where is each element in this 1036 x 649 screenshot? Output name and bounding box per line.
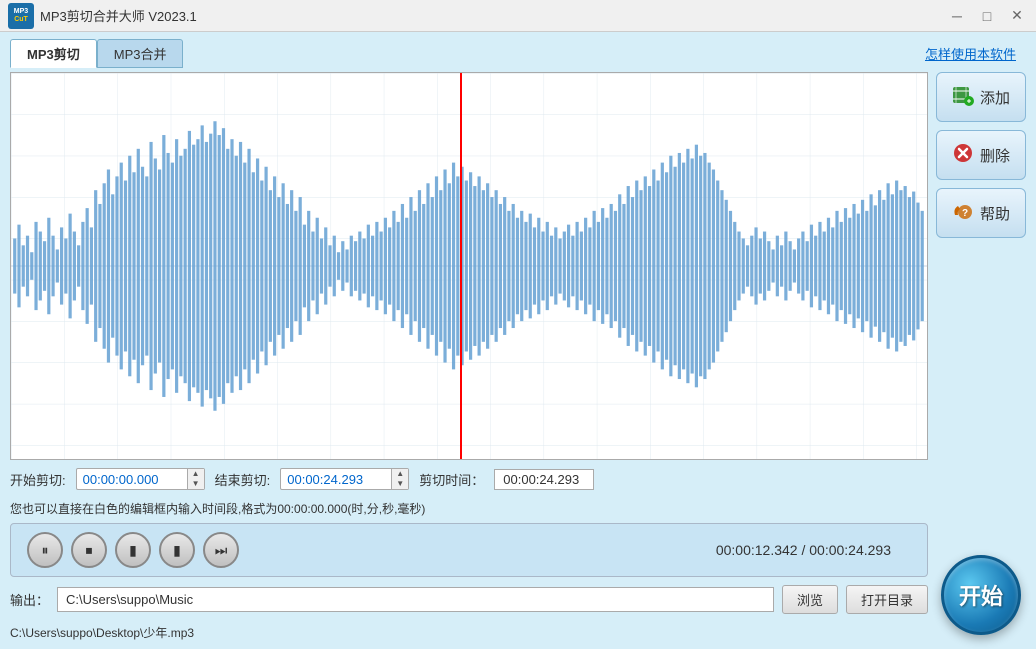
mark-start-button[interactable]: ▮ bbox=[115, 532, 151, 568]
content-area: 开始剪切: ▲ ▼ 结束剪切: ▲ ▼ 剪切时间： bbox=[10, 72, 1026, 643]
delete-label: 删除 bbox=[980, 145, 1010, 166]
waveform-section: 开始剪切: ▲ ▼ 结束剪切: ▲ ▼ 剪切时间： bbox=[10, 72, 928, 643]
cut-time-label: 剪切时间： bbox=[419, 470, 484, 489]
cut-time-value: 00:00:24.293 bbox=[494, 469, 594, 490]
delete-icon-svg bbox=[952, 142, 974, 164]
player-time: 00:00:12.342 / 00:00:24.293 bbox=[247, 542, 911, 558]
waveform-display[interactable] bbox=[10, 72, 928, 460]
mark-end-button[interactable]: ▮ bbox=[159, 532, 195, 568]
end-time-up[interactable]: ▲ bbox=[392, 469, 408, 479]
total-time: 00:00:24.293 bbox=[809, 542, 891, 558]
tab-bar: MP3剪切 MP3合并 bbox=[10, 39, 183, 68]
player-section: ⏸ ⏹ ▮ ▮ ⏭ 00:00:12.342 / 00:00:24.293 bbox=[10, 523, 928, 577]
start-time-input-group: ▲ ▼ bbox=[76, 468, 205, 490]
help-label: 帮助 bbox=[980, 203, 1010, 224]
open-dir-button[interactable]: 打开目录 bbox=[846, 585, 928, 614]
delete-button[interactable]: 删除 bbox=[936, 130, 1026, 180]
start-button-container: 开始 bbox=[936, 555, 1026, 643]
help-button[interactable]: ? 帮助 bbox=[936, 188, 1026, 238]
minimize-button[interactable]: ─ bbox=[946, 5, 968, 27]
add-icon-svg bbox=[952, 84, 974, 106]
svg-text:?: ? bbox=[962, 208, 968, 219]
time-controls: 开始剪切: ▲ ▼ 结束剪切: ▲ ▼ 剪切时间： bbox=[10, 464, 928, 494]
close-button[interactable]: ✕ bbox=[1006, 5, 1028, 27]
start-time-spinners: ▲ ▼ bbox=[187, 469, 204, 489]
output-label: 输出： bbox=[10, 590, 49, 609]
help-icon: ? bbox=[952, 201, 974, 226]
action-buttons: 添加 删除 bbox=[936, 72, 1026, 238]
main-area: MP3剪切 MP3合并 怎样使用本软件 bbox=[0, 32, 1036, 649]
output-row: 输出： 浏览 打开目录 bbox=[10, 581, 928, 618]
maximize-button[interactable]: □ bbox=[976, 5, 998, 27]
start-time-up[interactable]: ▲ bbox=[188, 469, 204, 479]
info-text: 您也可以直接在白色的编辑框内输入时间段,格式为00:00:00.000(时,分,… bbox=[10, 498, 928, 519]
end-time-spinners: ▲ ▼ bbox=[391, 469, 408, 489]
pause-button[interactable]: ⏸ bbox=[27, 532, 63, 568]
next-button[interactable]: ⏭ bbox=[203, 532, 239, 568]
app-logo: MP3 CuT bbox=[8, 3, 34, 29]
add-button[interactable]: 添加 bbox=[936, 72, 1026, 122]
add-icon bbox=[952, 84, 974, 111]
start-time-input[interactable] bbox=[77, 470, 187, 489]
start-cut-label: 开始剪切: bbox=[10, 470, 66, 489]
end-time-input-group: ▲ ▼ bbox=[280, 468, 409, 490]
titlebar: MP3 CuT MP3剪切合并大师 V2023.1 ─ □ ✕ bbox=[0, 0, 1036, 32]
waveform-svg bbox=[11, 73, 927, 459]
end-time-down[interactable]: ▼ bbox=[392, 479, 408, 489]
help-icon-svg: ? bbox=[952, 201, 974, 223]
tab-mp3merge[interactable]: MP3合并 bbox=[97, 39, 184, 68]
end-cut-label: 结束剪切: bbox=[215, 470, 271, 489]
add-label: 添加 bbox=[980, 87, 1010, 108]
status-bar: C:\Users\suppo\Desktop\少年.mp3 bbox=[10, 622, 928, 643]
browse-button[interactable]: 浏览 bbox=[782, 585, 838, 614]
help-link[interactable]: 怎样使用本软件 bbox=[925, 44, 1016, 63]
output-path-input[interactable] bbox=[57, 587, 774, 612]
top-bar: MP3剪切 MP3合并 怎样使用本软件 bbox=[10, 38, 1026, 68]
delete-icon bbox=[952, 142, 974, 169]
window-controls: ─ □ ✕ bbox=[946, 5, 1028, 27]
app-title: MP3剪切合并大师 V2023.1 bbox=[40, 6, 946, 25]
start-time-down[interactable]: ▼ bbox=[188, 479, 204, 489]
tab-mp3cut[interactable]: MP3剪切 bbox=[10, 39, 97, 68]
start-label: 开始 bbox=[959, 579, 1003, 611]
current-time: 00:00:12.342 bbox=[716, 542, 798, 558]
end-time-input[interactable] bbox=[281, 470, 391, 489]
stop-button[interactable]: ⏹ bbox=[71, 532, 107, 568]
right-panel: 添加 删除 bbox=[936, 72, 1026, 643]
start-button[interactable]: 开始 bbox=[941, 555, 1021, 635]
